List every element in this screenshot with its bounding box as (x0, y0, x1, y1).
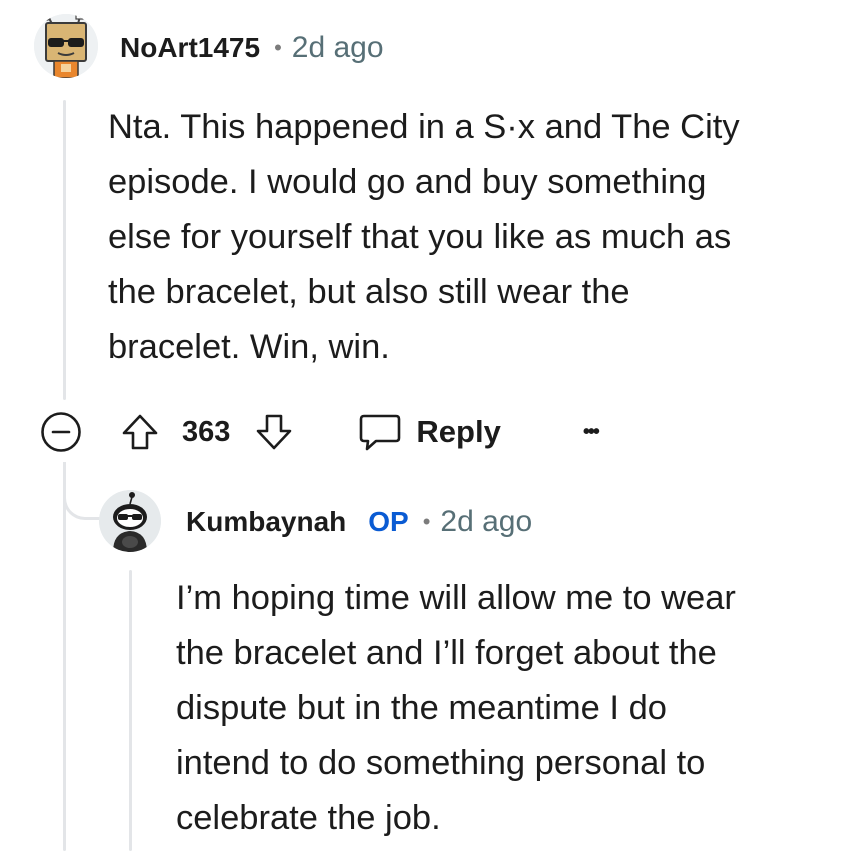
comment-body: Nta. This happened in a S·x and The City… (108, 100, 848, 375)
thread-connector (63, 462, 101, 520)
comment-meta: NoArt1475 • 2d ago (120, 28, 384, 68)
thread-line[interactable] (63, 100, 66, 400)
comment-bubble-icon (360, 414, 401, 451)
user-avatar[interactable] (99, 490, 161, 552)
thread-line[interactable] (129, 570, 132, 851)
snoo-avatar-icon (99, 490, 161, 552)
more-options-button[interactable]: ••• (583, 421, 600, 444)
comment-line: I’m hoping time will allow me to wear (176, 579, 736, 617)
vote-score: 363 (182, 415, 231, 448)
comment-line: dispute but in the meantime I do (176, 689, 667, 727)
comment-body: I’m hoping time will allow me to wear th… (176, 571, 856, 846)
comment-line: intend to do something personal to (176, 744, 706, 782)
thread-line[interactable] (63, 462, 66, 851)
comment-action-bar: 363 Reply ••• (40, 409, 600, 455)
comment-line: the bracelet, but also still wear the (108, 273, 630, 311)
username[interactable]: Kumbaynah (186, 506, 346, 538)
meta-separator: • (274, 35, 282, 60)
op-badge: OP (368, 506, 409, 537)
timestamp[interactable]: 2d ago (440, 505, 532, 539)
robot-avatar-icon (34, 14, 98, 78)
comment-line: celebrate the job. (176, 799, 441, 837)
comment-line: bracelet. Win, win. (108, 328, 390, 366)
collapse-icon (41, 412, 81, 452)
downvote-button[interactable] (252, 410, 296, 454)
reply-button[interactable]: Reply (358, 410, 501, 454)
collapse-button[interactable] (40, 411, 82, 453)
comment-line: the bracelet and I’ll forget about the (176, 634, 717, 672)
user-avatar[interactable] (34, 14, 98, 78)
upvote-button[interactable] (118, 410, 162, 454)
comment-thread: NoArt1475 • 2d ago Nta. This happened in… (0, 0, 866, 851)
comment-line: else for yourself that you like as much … (108, 218, 732, 256)
downvote-arrow-icon (257, 414, 292, 450)
meta-separator: • (422, 509, 431, 534)
timestamp[interactable]: 2d ago (292, 31, 384, 65)
upvote-arrow-icon (122, 414, 158, 450)
comment-line: episode. I would go and buy something (108, 163, 707, 201)
comment-line: Nta. This happened in a S·x and The City (108, 108, 740, 146)
reply-label: Reply (416, 414, 501, 449)
username[interactable]: NoArt1475 (120, 32, 260, 64)
comment-meta: Kumbaynah OP • 2d ago (186, 502, 532, 542)
